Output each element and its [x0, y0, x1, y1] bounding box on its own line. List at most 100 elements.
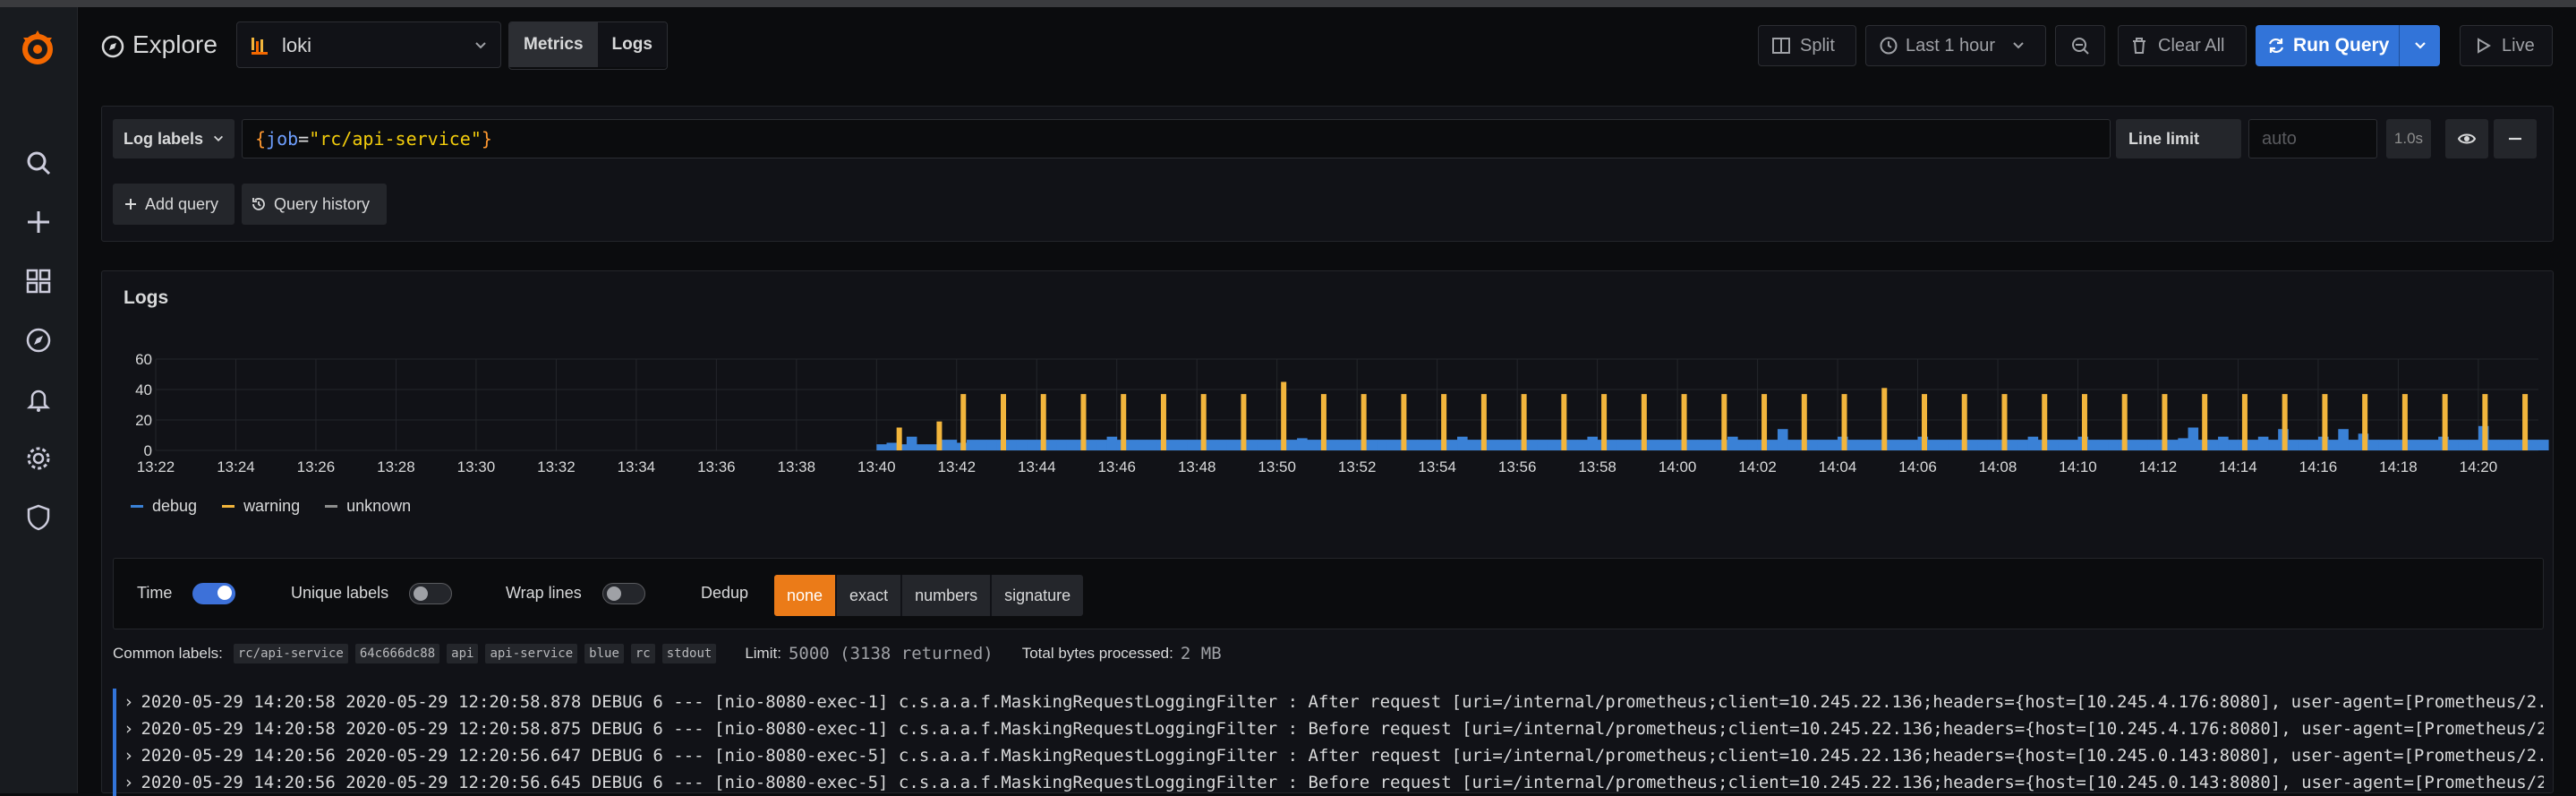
- log-row[interactable]: › 2020-05-29 14:20:58 2020-05-29 12:20:58…: [113, 689, 2544, 715]
- debug-bar: [1286, 440, 1298, 450]
- search-icon[interactable]: [22, 147, 55, 179]
- debug-bar: [1907, 440, 1918, 450]
- debug-bar: [1898, 440, 1908, 450]
- grafana-logo-icon[interactable]: [15, 25, 60, 70]
- time-option-label: Time: [137, 584, 173, 602]
- warning-bar: [1922, 394, 1928, 450]
- chevron-right-icon[interactable]: ›: [124, 692, 133, 712]
- debug-bar: [2087, 440, 2099, 450]
- warning-bar: [2401, 394, 2408, 450]
- warning-bar: [1320, 394, 1326, 450]
- debug-bar: [1267, 440, 1278, 450]
- common-label-chip: stdout: [661, 644, 717, 663]
- legend-item-warning[interactable]: warning: [222, 497, 300, 516]
- bell-icon[interactable]: [22, 383, 55, 415]
- debug-bar: [2097, 440, 2109, 450]
- debug-bar: [1857, 440, 1869, 450]
- debug-bar: [1347, 440, 1358, 450]
- x-tick-label: 13:32: [537, 458, 576, 475]
- log-row[interactable]: › 2020-05-29 14:20:56 2020-05-29 12:20:56…: [113, 742, 2544, 769]
- debug-bar: [2298, 440, 2309, 450]
- logs-panel: Logs 0 20 40 60 13:22 13:24 13:26 13:28 13:30 13:…: [101, 270, 2554, 796]
- shield-icon[interactable]: [22, 501, 55, 534]
- dedup-exact-button[interactable]: exact: [837, 575, 903, 616]
- warning-bar: [2362, 394, 2368, 450]
- remove-query-button[interactable]: [2494, 119, 2537, 158]
- split-button[interactable]: Split: [1758, 25, 1856, 66]
- log-row[interactable]: › 2020-05-29 14:20:58 2020-05-29 12:20:58…: [113, 715, 2544, 742]
- debug-bar: [1737, 440, 1748, 450]
- mode-metrics-button[interactable]: Metrics: [509, 22, 598, 67]
- gear-icon[interactable]: [22, 442, 55, 475]
- debug-bar: [2508, 440, 2520, 450]
- dedup-numbers-button[interactable]: numbers: [902, 575, 993, 616]
- dedup-signature-button[interactable]: signature: [992, 575, 1084, 616]
- plus-icon: [125, 199, 136, 210]
- legend-item-debug[interactable]: debug: [131, 497, 197, 516]
- x-tick-label: 14:20: [2460, 458, 2498, 475]
- wrap-lines-toggle[interactable]: [602, 583, 645, 604]
- add-query-button[interactable]: Add query: [113, 184, 235, 225]
- debug-bar: [1417, 440, 1428, 450]
- line-limit-input[interactable]: auto: [2248, 119, 2377, 158]
- debug-bar: [1697, 440, 1709, 450]
- debug-bar: [2488, 440, 2499, 450]
- debug-bar: [2207, 440, 2219, 450]
- legend-item-unknown[interactable]: unknown: [325, 497, 411, 516]
- query-input[interactable]: {job="rc/api-service"}: [242, 119, 2111, 158]
- log-row-text: 2020-05-29 14:20:58 2020-05-29 12:20:58.…: [141, 719, 2544, 739]
- warning-bar: [2202, 394, 2208, 450]
- legend-label-warning: warning: [243, 497, 301, 515]
- zoom-out-button[interactable]: [2055, 25, 2105, 66]
- datasource-picker[interactable]: loki: [236, 21, 501, 68]
- log-labels-button[interactable]: Log labels: [113, 119, 235, 158]
- time-range-picker[interactable]: Last 1 hour: [1865, 25, 2046, 66]
- warning-bar: [1881, 388, 1888, 450]
- debug-bar: [1667, 440, 1678, 450]
- warning-bar: [2042, 394, 2048, 450]
- warning-bar: [896, 427, 902, 450]
- debug-bar: [2008, 440, 2018, 450]
- live-button[interactable]: Live: [2460, 25, 2553, 66]
- debug-bar: [1937, 440, 1949, 450]
- clear-all-button[interactable]: Clear All: [2118, 25, 2247, 66]
- warning-bar: [1480, 394, 1487, 450]
- query-operator: =: [298, 128, 310, 150]
- plus-icon[interactable]: [22, 206, 55, 238]
- compass-icon: [101, 35, 124, 58]
- dedup-options: none exact numbers signature: [774, 575, 1084, 616]
- x-tick-label: 14:12: [2139, 458, 2178, 475]
- run-query-options-button[interactable]: [2399, 25, 2441, 66]
- chevron-right-icon[interactable]: ›: [124, 746, 133, 766]
- debug-bar: [1106, 436, 1118, 450]
- debug-bar: [2388, 440, 2399, 450]
- debug-bar: [2458, 440, 2469, 450]
- chevron-right-icon[interactable]: ›: [124, 773, 133, 792]
- debug-bar: [1367, 440, 1378, 450]
- debug-bar: [1087, 440, 1097, 450]
- toggle-query-visibility-button[interactable]: [2445, 119, 2488, 158]
- unique-labels-toggle[interactable]: [409, 583, 452, 604]
- debug-bar: [1257, 440, 1267, 450]
- debug-bar: [2338, 429, 2349, 450]
- time-toggle[interactable]: [192, 583, 235, 604]
- debug-bar: [1176, 440, 1188, 450]
- mode-logs-button[interactable]: Logs: [597, 22, 667, 67]
- x-tick-label: 13:40: [857, 458, 896, 475]
- dashboards-icon[interactable]: [22, 265, 55, 297]
- x-tick-label: 14:10: [2059, 458, 2097, 475]
- datasource-name: loki: [282, 34, 312, 56]
- dedup-none-button[interactable]: none: [774, 575, 838, 616]
- x-tick-label: 14:04: [1819, 458, 1857, 475]
- x-tick-label: 13:34: [618, 458, 656, 475]
- compass-icon[interactable]: [22, 324, 55, 356]
- debug-bar: [1827, 440, 1838, 450]
- warning-bar: [2522, 394, 2529, 450]
- log-row[interactable]: › 2020-05-29 14:20:56 2020-05-29 12:20:56…: [113, 769, 2544, 796]
- debug-bar: [1587, 436, 1599, 450]
- y-tick-label: 60: [135, 351, 152, 368]
- y-tick-label: 0: [144, 442, 152, 459]
- debug-bar: [1567, 440, 1578, 450]
- query-history-button[interactable]: Query history: [242, 184, 387, 225]
- chevron-right-icon[interactable]: ›: [124, 719, 133, 739]
